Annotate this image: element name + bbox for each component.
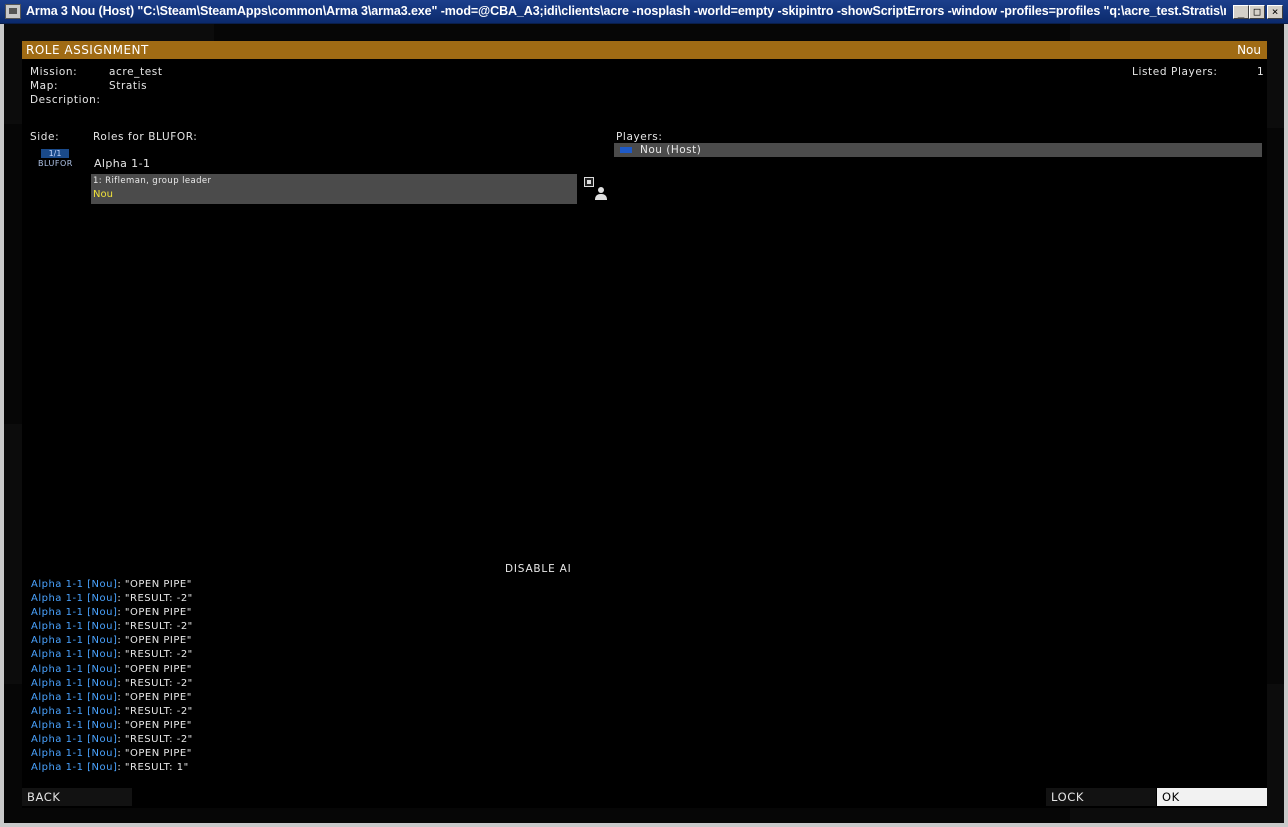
chat-message: : "RESULT: -2" — [117, 677, 193, 689]
chat-log: Alpha 1-1 [Nou]: "OPEN PIPE" Alpha 1-1 [… — [31, 579, 631, 776]
chat-message: : "RESULT: -2" — [117, 621, 193, 633]
chat-line: Alpha 1-1 [Nou]: "OPEN PIPE" — [31, 664, 631, 678]
mission-value: acre_test — [109, 66, 163, 78]
maximize-button[interactable]: □ — [1249, 5, 1265, 19]
minimize-button[interactable]: _ — [1233, 5, 1249, 19]
slot-role-name: 1: Rifleman, group leader — [93, 176, 212, 186]
players-label: Players: — [616, 131, 663, 143]
chat-line: Alpha 1-1 [Nou]: "RESULT: -2" — [31, 734, 631, 748]
chat-sender: Alpha 1-1 [Nou] — [31, 677, 118, 689]
chat-message: : "OPEN PIPE" — [117, 663, 192, 675]
window-title-bar[interactable]: Arma 3 Nou (Host) "C:\Steam\SteamApps\co… — [0, 0, 1288, 24]
mission-label: Mission: — [30, 66, 78, 78]
role-slot[interactable]: 1: Rifleman, group leader Nou — [91, 174, 577, 204]
side-blufor-button[interactable]: 1/1 BLUFOR — [38, 149, 72, 173]
listed-players-label: Listed Players: — [1132, 66, 1218, 78]
chat-line: Alpha 1-1 [Nou]: "OPEN PIPE" — [31, 748, 631, 762]
side-label: Side: — [30, 131, 60, 143]
side-name: BLUFOR — [38, 159, 73, 168]
chat-sender: Alpha 1-1 [Nou] — [31, 663, 118, 675]
chat-line: Alpha 1-1 [Nou]: "OPEN PIPE" — [31, 579, 631, 593]
chat-message: : "OPEN PIPE" — [117, 607, 192, 619]
chat-sender: Alpha 1-1 [Nou] — [31, 734, 118, 746]
chat-line: Alpha 1-1 [Nou]: "RESULT: -2" — [31, 593, 631, 607]
window-border-bottom — [0, 823, 1288, 827]
roles-label: Roles for BLUFOR: — [93, 131, 198, 143]
chat-message: : "OPEN PIPE" — [117, 748, 192, 760]
app-icon[interactable] — [5, 4, 21, 19]
dialog-header: ROLE ASSIGNMENT Nou — [22, 41, 1267, 59]
map-value: Stratis — [109, 80, 148, 92]
chat-sender: Alpha 1-1 [Nou] — [31, 649, 118, 661]
chat-sender: Alpha 1-1 [Nou] — [31, 762, 118, 774]
chat-line: Alpha 1-1 [Nou]: "OPEN PIPE" — [31, 692, 631, 706]
dialog-title: ROLE ASSIGNMENT — [26, 43, 149, 57]
chat-message: : "RESULT: 1" — [117, 762, 189, 774]
player-entry-name: Nou (Host) — [640, 144, 702, 156]
blufor-side-icon — [620, 147, 632, 153]
chat-line: Alpha 1-1 [Nou]: "RESULT: -2" — [31, 706, 631, 720]
chat-line: Alpha 1-1 [Nou]: "RESULT: -2" — [31, 678, 631, 692]
role-assignment-dialog: ROLE ASSIGNMENT Nou Mission: acre_test M… — [22, 41, 1267, 808]
window-title: Arma 3 Nou (Host) "C:\Steam\SteamApps\co… — [26, 4, 1226, 18]
person-head — [598, 187, 604, 193]
disable-ai-button[interactable]: DISABLE AI — [505, 563, 572, 575]
chat-sender: Alpha 1-1 [Nou] — [31, 748, 118, 760]
chat-line: Alpha 1-1 [Nou]: "OPEN PIPE" — [31, 635, 631, 649]
group-name: Alpha 1-1 — [94, 157, 151, 170]
chat-line: Alpha 1-1 [Nou]: "RESULT: -2" — [31, 621, 631, 635]
window-border-right — [1284, 24, 1288, 827]
chat-message: : "OPEN PIPE" — [117, 579, 192, 590]
close-button[interactable]: × — [1267, 5, 1283, 19]
chat-sender: Alpha 1-1 [Nou] — [31, 621, 118, 633]
chat-message: : "RESULT: -2" — [117, 705, 193, 717]
chat-message: : "OPEN PIPE" — [117, 635, 192, 647]
chat-line: Alpha 1-1 [Nou]: "OPEN PIPE" — [31, 607, 631, 621]
chat-sender: Alpha 1-1 [Nou] — [31, 691, 118, 703]
chat-sender: Alpha 1-1 [Nou] — [31, 719, 118, 731]
chat-sender: Alpha 1-1 [Nou] — [31, 593, 118, 605]
back-button[interactable]: BACK — [22, 788, 132, 806]
player-person-icon[interactable] — [594, 187, 608, 201]
lock-button[interactable]: LOCK — [1046, 788, 1156, 806]
person-body — [595, 194, 607, 200]
chat-message: : "OPEN PIPE" — [117, 691, 192, 703]
chat-message: : "RESULT: -2" — [117, 649, 193, 661]
header-username: Nou — [1237, 43, 1261, 57]
chat-message: : "RESULT: -2" — [117, 734, 193, 746]
chat-line: Alpha 1-1 [Nou]: "RESULT: 1" — [31, 762, 631, 776]
ai-chip-icon[interactable] — [584, 177, 594, 187]
description-label: Description: — [30, 94, 101, 106]
blufor-flag-icon: 1/1 — [41, 149, 69, 158]
chat-message: : "OPEN PIPE" — [117, 719, 192, 731]
chat-message: : "RESULT: -2" — [117, 593, 193, 605]
chat-sender: Alpha 1-1 [Nou] — [31, 635, 118, 647]
chat-sender: Alpha 1-1 [Nou] — [31, 705, 118, 717]
slot-player-name: Nou — [93, 189, 113, 200]
chat-line: Alpha 1-1 [Nou]: "OPEN PIPE" — [31, 720, 631, 734]
chat-sender: Alpha 1-1 [Nou] — [31, 579, 118, 590]
ok-button[interactable]: OK — [1157, 788, 1267, 806]
chat-line: Alpha 1-1 [Nou]: "RESULT: -2" — [31, 649, 631, 663]
map-label: Map: — [30, 80, 59, 92]
chat-sender: Alpha 1-1 [Nou] — [31, 607, 118, 619]
listed-players-count: 1 — [1257, 66, 1265, 78]
players-list-item[interactable]: Nou (Host) — [614, 143, 1262, 157]
